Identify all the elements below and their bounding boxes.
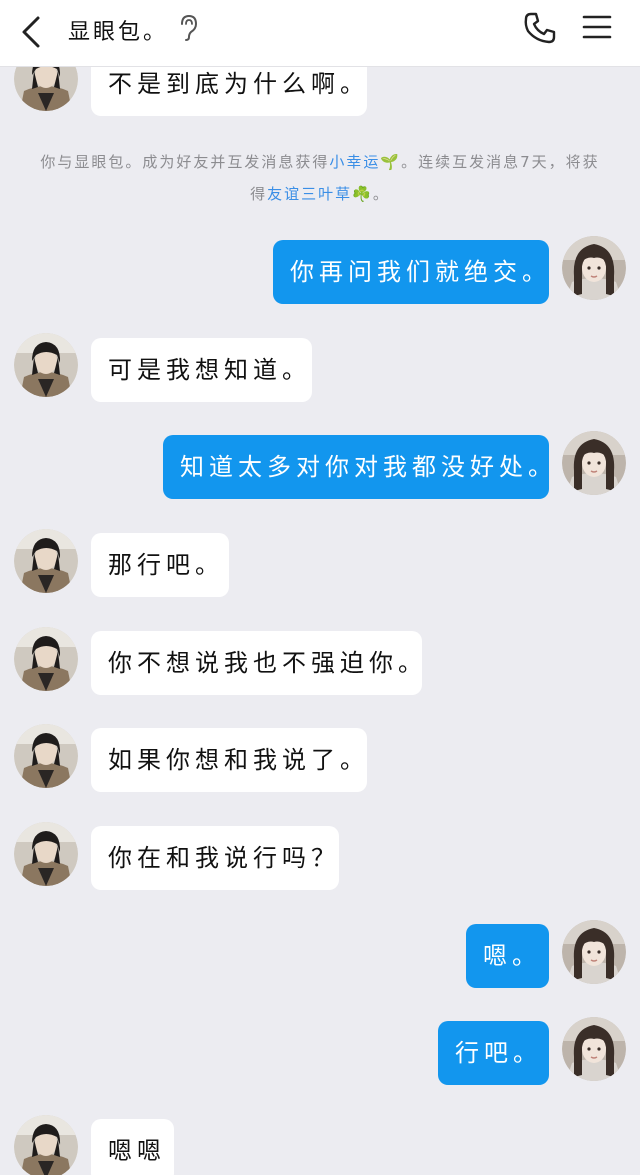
message-list[interactable]: 不是到底为什么啊。 你与显眼包。成为好友并互发消息获得小幸运🌱。连续互发消息7天… <box>0 0 640 1175</box>
contact-avatar[interactable] <box>14 1115 78 1175</box>
lucky-link[interactable]: 小幸运 <box>329 153 380 171</box>
contact-avatar[interactable] <box>14 627 78 691</box>
contact-avatar[interactable] <box>14 333 78 397</box>
back-button[interactable] <box>16 12 46 52</box>
message-bubble-incoming[interactable]: 你在和我说行吗？ <box>91 826 339 890</box>
ear-mode-button[interactable] <box>176 12 200 42</box>
friendship-clover-link[interactable]: 友谊三叶草 <box>267 185 352 203</box>
message-bubble-incoming[interactable]: 如果你想和我说了。 <box>91 728 367 792</box>
ear-icon <box>181 14 198 41</box>
chevron-left-icon <box>22 16 40 48</box>
clover-icon: ☘️ <box>352 185 373 203</box>
more-menu-button[interactable] <box>582 12 612 42</box>
contact-avatar[interactable] <box>14 822 78 886</box>
contact-avatar[interactable] <box>14 529 78 593</box>
my-avatar[interactable] <box>562 920 626 984</box>
message-bubble-outgoing[interactable]: 嗯。 <box>466 924 549 988</box>
message-bubble-outgoing[interactable]: 你再问我们就绝交。 <box>273 240 549 304</box>
message-bubble-incoming[interactable]: 那行吧。 <box>91 533 229 597</box>
message-bubble-incoming[interactable]: 可是我想知道。 <box>91 338 312 402</box>
contact-avatar[interactable] <box>14 724 78 788</box>
message-bubble-outgoing[interactable]: 知道太多对你对我都没好处。 <box>163 435 552 499</box>
message-bubble-incoming[interactable]: 嗯嗯 <box>91 1119 174 1175</box>
my-avatar[interactable] <box>562 236 626 300</box>
system-notice: 你与显眼包。成为好友并互发消息获得小幸运🌱。连续互发消息7天，将获得友谊三叶草☘… <box>40 146 600 210</box>
notice-text: 。 <box>372 185 390 203</box>
notice-text: 你与显眼包。成为好友并互发消息获得 <box>40 153 330 171</box>
hamburger-menu-icon <box>582 15 612 39</box>
contact-name[interactable]: 显眼包。 <box>68 14 168 46</box>
chat-header: 显眼包。 <box>0 0 640 67</box>
message-bubble-incoming[interactable]: 你不想说我也不强迫你。 <box>91 631 422 695</box>
message-bubble-outgoing[interactable]: 行吧。 <box>438 1021 549 1085</box>
sprout-icon: 🌱 <box>380 153 402 171</box>
my-avatar[interactable] <box>562 431 626 495</box>
phone-icon <box>524 12 556 44</box>
my-avatar[interactable] <box>562 1017 626 1081</box>
call-button[interactable] <box>522 10 558 46</box>
